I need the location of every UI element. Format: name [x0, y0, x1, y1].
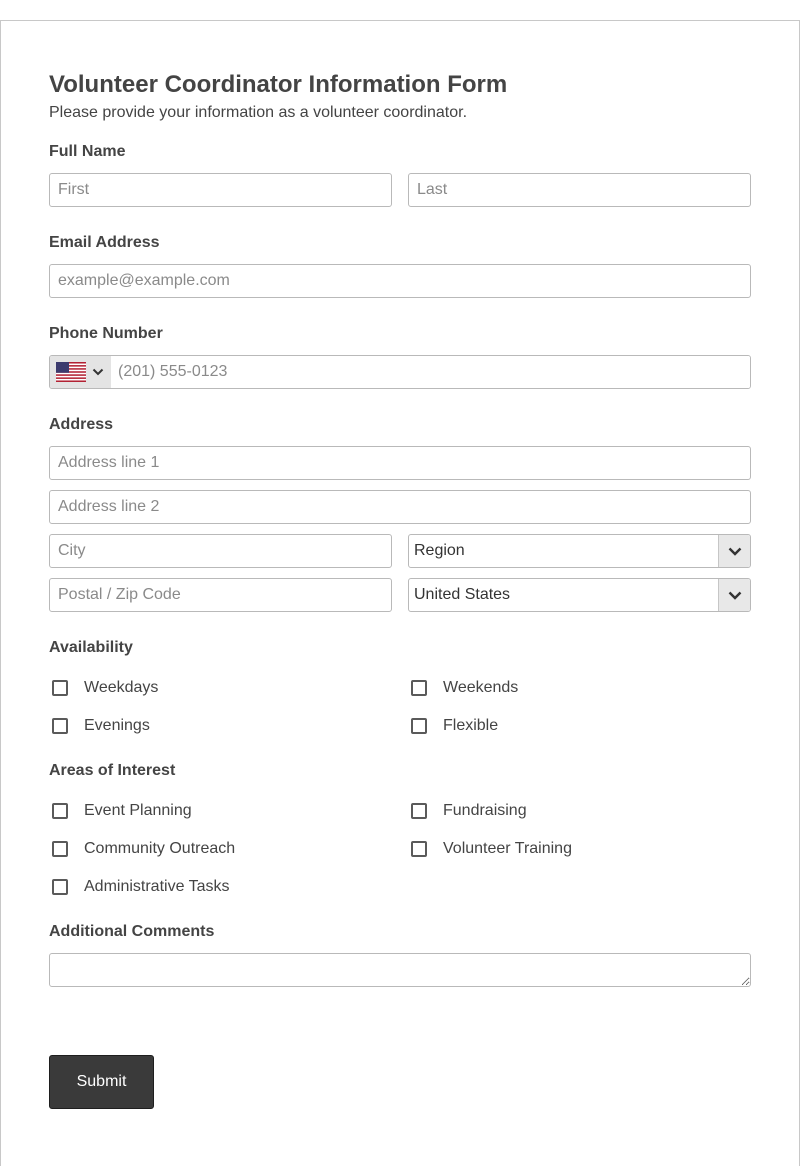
checkbox[interactable]	[411, 841, 427, 857]
checkbox[interactable]	[411, 680, 427, 696]
checkbox[interactable]	[52, 841, 68, 857]
submit-button[interactable]: Submit	[49, 1055, 154, 1109]
address-line2-input[interactable]	[49, 490, 751, 524]
interest-option-community-outreach[interactable]: Community Outreach	[52, 840, 235, 858]
availability-option-flexible[interactable]: Flexible	[411, 717, 498, 735]
comments-textarea[interactable]	[49, 953, 751, 987]
checkbox[interactable]	[52, 879, 68, 895]
interests-label: Areas of Interest	[49, 762, 176, 779]
availability-option-weekdays[interactable]: Weekdays	[52, 679, 158, 697]
availability-option-weekends[interactable]: Weekends	[411, 679, 518, 697]
checkbox-label: Flexible	[443, 717, 499, 734]
email-label: Email Address	[49, 234, 160, 251]
us-flag-icon	[56, 362, 86, 382]
form-title: Volunteer Coordinator Information Form	[49, 71, 508, 98]
country-select[interactable]: United States	[408, 578, 751, 612]
address-line1-input[interactable]	[49, 446, 751, 480]
availability-label: Availability	[49, 639, 133, 656]
city-input[interactable]	[49, 534, 392, 568]
checkbox[interactable]	[52, 803, 68, 819]
availability-option-evenings[interactable]: Evenings	[52, 717, 150, 735]
region-select-value: Region	[414, 542, 465, 559]
country-dropdown-arrow	[718, 579, 750, 611]
checkbox-label: Administrative Tasks	[84, 878, 230, 895]
checkbox-label: Weekdays	[84, 679, 159, 696]
interest-option-administrative-tasks[interactable]: Administrative Tasks	[52, 878, 230, 896]
chevron-down-icon	[728, 591, 741, 600]
interest-option-fundraising[interactable]: Fundraising	[411, 802, 527, 820]
checkbox[interactable]	[52, 718, 68, 734]
country-code-selector[interactable]	[50, 356, 111, 388]
form-subtitle: Please provide your information as a vol…	[49, 104, 468, 121]
email-input[interactable]	[49, 264, 751, 298]
checkbox-label: Event Planning	[84, 802, 192, 819]
first-name-input[interactable]	[49, 173, 392, 207]
country-select-value: United States	[414, 586, 511, 603]
checkbox-label: Evenings	[84, 717, 150, 734]
postal-code-input[interactable]	[49, 578, 392, 612]
checkbox[interactable]	[52, 680, 68, 696]
checkbox[interactable]	[411, 803, 427, 819]
checkbox-label: Weekends	[443, 679, 519, 696]
checkbox[interactable]	[411, 718, 427, 734]
region-select[interactable]: Region	[408, 534, 751, 568]
interest-option-event-planning[interactable]: Event Planning	[52, 802, 192, 820]
checkbox-label: Community Outreach	[84, 840, 236, 857]
interest-option-volunteer-training[interactable]: Volunteer Training	[411, 840, 572, 858]
address-label: Address	[49, 416, 114, 433]
phone-label: Phone Number	[49, 325, 163, 342]
last-name-input[interactable]	[408, 173, 751, 207]
checkbox-label: Volunteer Training	[443, 840, 572, 857]
chevron-down-icon	[728, 547, 741, 556]
region-dropdown-arrow	[718, 535, 750, 567]
phone-field	[49, 355, 751, 389]
checkbox-label: Fundraising	[443, 802, 527, 819]
comments-label: Additional Comments	[49, 923, 215, 940]
chevron-down-icon	[92, 368, 104, 376]
full-name-label: Full Name	[49, 143, 126, 160]
phone-input[interactable]	[111, 356, 750, 388]
